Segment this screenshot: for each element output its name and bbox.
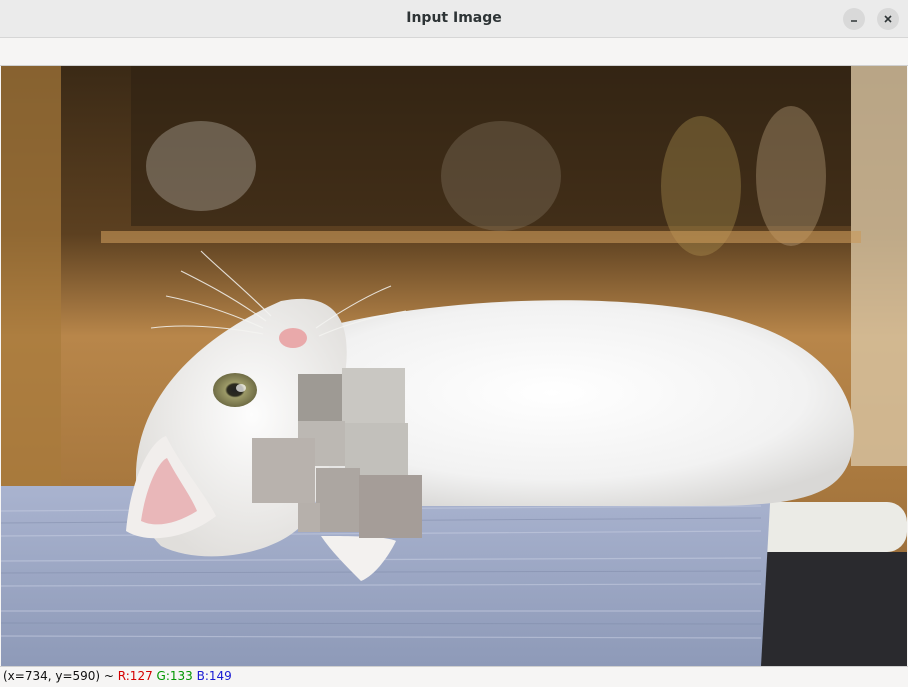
image-window: Input Image (x=734, y=590) ~ R:127 G:133… bbox=[0, 0, 908, 687]
image-canvas[interactable] bbox=[1, 66, 907, 666]
minimize-icon bbox=[851, 20, 857, 22]
toolbar bbox=[0, 38, 908, 66]
status-bar: (x=734, y=590) ~ R:127 G:133 B:149 bbox=[0, 666, 908, 687]
window-title: Input Image bbox=[406, 10, 502, 26]
minimize-button[interactable] bbox=[843, 8, 865, 30]
cursor-coordinates: (x=734, y=590) ~ bbox=[3, 669, 118, 683]
close-icon bbox=[884, 15, 892, 23]
close-button[interactable] bbox=[877, 8, 899, 30]
cat-photo bbox=[1, 66, 907, 666]
green-value: G:133 bbox=[156, 669, 193, 683]
title-bar[interactable]: Input Image bbox=[0, 0, 908, 38]
blue-value: B:149 bbox=[196, 669, 232, 683]
red-value: R:127 bbox=[117, 669, 153, 683]
